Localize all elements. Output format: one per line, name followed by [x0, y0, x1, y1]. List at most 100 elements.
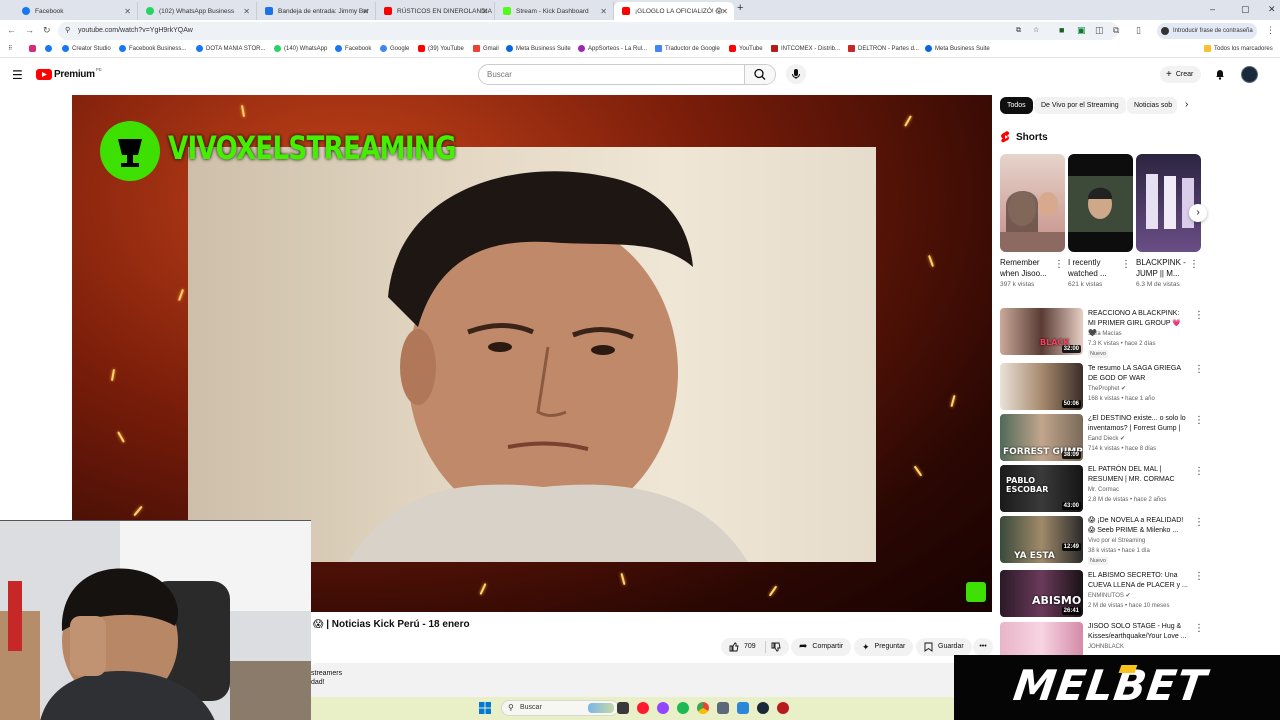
- bookmark-item[interactable]: Meta Business Suite: [506, 45, 571, 52]
- site-info-icon[interactable]: ⚲: [65, 22, 70, 40]
- chip-channel[interactable]: De Vivo por el Streaming: [1034, 97, 1126, 114]
- extension-icon[interactable]: ▣: [1077, 25, 1086, 36]
- opera-icon[interactable]: [637, 702, 649, 714]
- steam-icon[interactable]: [757, 702, 769, 714]
- password-prompt[interactable]: Introducir frase de contraseña: [1157, 23, 1257, 39]
- video-thumbnail[interactable]: YA ESTA 12:49: [1000, 516, 1083, 563]
- menu-kebab-icon[interactable]: ⋮: [1266, 25, 1275, 36]
- channel-name[interactable]: Sara Macías: [1088, 330, 1122, 339]
- close-icon[interactable]: ✕: [243, 7, 250, 16]
- search-input[interactable]: [479, 65, 745, 84]
- all-bookmarks[interactable]: Todos los marcadores: [1204, 45, 1273, 52]
- bookmark-item[interactable]: (140) WhatsApp: [274, 45, 327, 52]
- close-icon[interactable]: ✕: [721, 7, 728, 16]
- close-icon[interactable]: ✕: [362, 7, 369, 16]
- channel-name[interactable]: TheProphet ✔: [1088, 385, 1126, 394]
- short-menu-icon[interactable]: ⋮: [1189, 260, 1199, 270]
- short-thumbnail[interactable]: [1068, 154, 1133, 252]
- chrome-icon[interactable]: [697, 702, 709, 714]
- short-thumbnail[interactable]: [1000, 154, 1065, 252]
- short-title[interactable]: I recently watched ...: [1068, 257, 1124, 279]
- video-menu-icon[interactable]: ⋮: [1194, 467, 1204, 477]
- maximize-button[interactable]: ▢: [1241, 4, 1250, 15]
- short-title[interactable]: BLACKPINK - JUMP || M...: [1136, 257, 1192, 279]
- bookmark-item[interactable]: DOTA MANIA STOR...: [196, 45, 265, 52]
- windows-start-icon[interactable]: [479, 702, 491, 714]
- save-button[interactable]: Guardar: [916, 638, 972, 656]
- app-icon[interactable]: [737, 702, 749, 714]
- chevron-right-icon[interactable]: ›: [1185, 99, 1188, 110]
- short-menu-icon[interactable]: ⋮: [1121, 260, 1131, 270]
- spotify-icon[interactable]: [677, 702, 689, 714]
- voice-search-button[interactable]: [786, 64, 806, 84]
- channel-name[interactable]: Mr. Cormac: [1088, 486, 1119, 495]
- thumbs-down-icon[interactable]: [771, 642, 781, 652]
- window-close-button[interactable]: ✕: [1268, 4, 1276, 15]
- avatar[interactable]: [1241, 66, 1258, 83]
- bookmark-item[interactable]: DELTRON - Partes d...: [848, 45, 919, 52]
- tab-facebook[interactable]: Facebook ✕: [14, 2, 138, 20]
- tab-kick-dashboard[interactable]: Stream - Kick Dashboard ✕: [495, 2, 614, 20]
- video-title-link[interactable]: JISOO SOLO STAGE - Hug & Kisses/earthqua…: [1088, 622, 1188, 642]
- shorts-next-button[interactable]: ›: [1189, 204, 1207, 222]
- sidepanel-icon[interactable]: ▯: [1136, 25, 1141, 36]
- tab-youtube-rusticos[interactable]: RÚSTICOS EN DINEROLANDIA ✕: [376, 2, 495, 20]
- video-menu-icon[interactable]: ⋮: [1194, 518, 1204, 528]
- channel-name[interactable]: JOHNBLACK: [1088, 643, 1124, 652]
- create-button[interactable]: + Crear: [1160, 66, 1202, 83]
- star-icon[interactable]: ☆: [1033, 22, 1039, 40]
- bookmark-instagram[interactable]: [29, 45, 39, 52]
- bookmark-item[interactable]: INTCOMEX - Distrib...: [771, 45, 840, 52]
- address-bar[interactable]: ⚲ youtube.com/watch?v=YgH9rkYQAw ⧉ ☆: [58, 22, 1118, 40]
- search-button[interactable]: [744, 65, 775, 84]
- bookmark-item[interactable]: Google: [380, 45, 409, 52]
- close-icon[interactable]: ✕: [481, 7, 488, 16]
- short-title[interactable]: Remember when Jisoo...: [1000, 257, 1056, 279]
- chip-all[interactable]: Todos: [1000, 97, 1033, 114]
- tab-whatsapp[interactable]: (102) WhatsApp Business ✕: [138, 2, 257, 20]
- install-icon[interactable]: ⧉: [1016, 22, 1021, 40]
- puzzle-icon[interactable]: ⧉: [1113, 25, 1119, 36]
- tab-youtube-active[interactable]: ¡GLOGLO LA OFICIALIZÓ! 😱 ✕: [614, 2, 734, 20]
- short-thumbnail[interactable]: [1136, 154, 1201, 252]
- back-icon[interactable]: ←: [7, 25, 16, 35]
- tab-outlook[interactable]: Bandeja de entrada: Jimmy Ber ✕: [257, 2, 376, 20]
- minimize-button[interactable]: –: [1210, 4, 1215, 14]
- short-menu-icon[interactable]: ⋮: [1054, 260, 1064, 270]
- extension-icon[interactable]: ◫: [1095, 25, 1104, 36]
- bookmark-item[interactable]: Meta Business Suite: [925, 45, 990, 52]
- youtube-logo[interactable]: Premium PE: [36, 67, 102, 80]
- extension-icon[interactable]: ■: [1059, 25, 1064, 35]
- channel-name[interactable]: Fand Dieck ✔: [1088, 435, 1125, 444]
- video-title-link[interactable]: EL ABISMO SECRETO: Una CUEVA LLENA de PL…: [1088, 571, 1188, 591]
- bookmark-item[interactable]: Facebook: [335, 45, 371, 52]
- video-title-link[interactable]: Te resumo LA SAGA GRIEGA DE GOD OF WAR: [1088, 364, 1188, 384]
- like-button[interactable]: 709: [721, 638, 789, 656]
- video-thumbnail[interactable]: 50:06: [1000, 363, 1083, 410]
- more-actions-button[interactable]: •••: [973, 638, 993, 656]
- bookmark-item[interactable]: YouTube: [729, 45, 763, 52]
- video-menu-icon[interactable]: ⋮: [1194, 624, 1204, 634]
- video-thumbnail[interactable]: ABISMO 26:41: [1000, 570, 1083, 617]
- video-menu-icon[interactable]: ⋮: [1194, 572, 1204, 582]
- share-button[interactable]: ➦ Compartir: [791, 638, 852, 656]
- new-tab-button[interactable]: +: [737, 2, 743, 14]
- bookmark-item[interactable]: Gmail: [473, 45, 499, 52]
- bookmark-item[interactable]: AppSorteos - La Rul...: [578, 45, 647, 52]
- video-thumbnail[interactable]: FORREST GUMP 38:09: [1000, 414, 1083, 461]
- bookmark-item[interactable]: Creator Studio: [62, 45, 111, 52]
- ask-button[interactable]: ✦ Preguntar: [854, 638, 914, 656]
- apps-icon[interactable]: ⠿: [8, 45, 12, 52]
- video-title-link[interactable]: 😱 ¡De NOVELA a REALIDAD! 😱 Seeb PRIME & …: [1088, 516, 1188, 536]
- bookmark-item[interactable]: Traductor de Google: [655, 45, 720, 52]
- video-menu-icon[interactable]: ⋮: [1194, 311, 1204, 321]
- taskbar-search[interactable]: ⚲ Buscar: [501, 700, 619, 716]
- channel-name[interactable]: Vivo por el Streaming: [1088, 537, 1145, 546]
- opera-gx-icon[interactable]: [657, 702, 669, 714]
- task-view-icon[interactable]: [617, 702, 629, 714]
- forward-icon[interactable]: →: [25, 25, 34, 35]
- video-thumbnail[interactable]: PABLO ESCOBAR 43:00: [1000, 465, 1083, 512]
- chip-news[interactable]: Noticias sob: [1127, 97, 1177, 114]
- video-title-link[interactable]: EL PATRÓN DEL MAL | RESUMEN | MR. CORMAC: [1088, 465, 1188, 485]
- video-menu-icon[interactable]: ⋮: [1194, 365, 1204, 375]
